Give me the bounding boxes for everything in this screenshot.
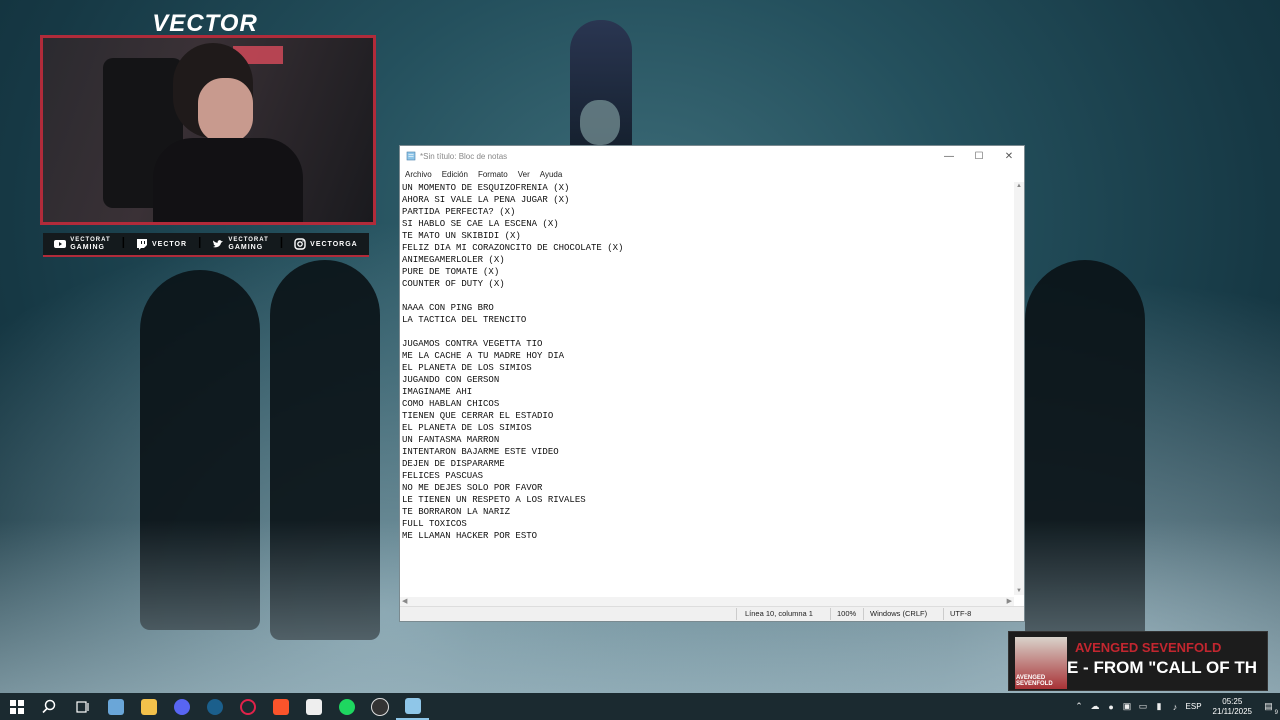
taskbar-app-spotify[interactable] (330, 693, 363, 720)
obs-icon (370, 697, 389, 716)
social-twitter-line2: GAMING (228, 244, 264, 251)
search-button[interactable] (33, 693, 66, 720)
social-instagram-label: VECTORGA (310, 240, 358, 248)
status-divider (830, 608, 831, 620)
now-playing-widget: AVENGED SEVENFOLD AVENGED SEVENFOLD E - F… (1008, 631, 1268, 691)
status-divider (943, 608, 944, 620)
opera-icon (239, 698, 256, 715)
clock-date: 21/11/2025 (1212, 706, 1252, 716)
youtube-icon (54, 240, 67, 248)
taskbar-app-file-explorer[interactable] (99, 693, 132, 720)
status-zoom: 100% (837, 609, 857, 618)
status-cursor-position: Línea 10, columna 1 (745, 609, 813, 618)
menu-formato[interactable]: Formato (478, 170, 508, 179)
social-separator: I (121, 235, 126, 252)
notepad-menu-bar: Archivo Edición Formato Ver Ayuda (400, 166, 1024, 182)
album-art: AVENGED SEVENFOLD (1015, 637, 1067, 689)
wallpaper-skull (580, 100, 620, 145)
notepad-window[interactable]: *Sin título: Bloc de notas — ☐ ✕ Archivo… (399, 145, 1025, 622)
social-youtube-line1: VECTORAT (70, 237, 111, 243)
minimize-button[interactable]: — (934, 146, 964, 166)
tray-app-icon[interactable]: ☁ (1090, 701, 1101, 712)
camera-icon[interactable]: ▣ (1122, 701, 1133, 712)
menu-ver[interactable]: Ver (518, 170, 530, 179)
webcam-person-face (198, 78, 253, 143)
notepad-title-bar[interactable]: *Sin título: Bloc de notas (400, 146, 1024, 166)
social-twitch-label: VECTOR (152, 240, 188, 248)
social-youtube: VECTORAT GAMING (54, 237, 110, 251)
game-launcher-icon (305, 698, 322, 715)
taskbar: ⌃ ☁ ● ▣ ▭ ▮ ♪ ESP 05:25 21/11/2025 ▤ 9 (0, 693, 1280, 720)
instagram-icon (294, 238, 306, 250)
taskbar-app-notepad[interactable] (396, 693, 429, 720)
scroll-up-arrow-icon[interactable]: ▲ (1016, 183, 1022, 189)
scroll-right-arrow-icon[interactable]: ▶ (1007, 597, 1012, 605)
webcam-overlay-title: VECTOR (152, 10, 258, 37)
notepad-app-icon (406, 151, 416, 161)
twitch-icon (137, 239, 147, 250)
search-icon (42, 699, 56, 714)
start-button[interactable] (0, 693, 33, 720)
steam-icon (206, 698, 223, 715)
notification-count: 9 (1274, 710, 1278, 716)
task-view-icon (75, 700, 89, 713)
menu-edicion[interactable]: Edición (442, 170, 468, 179)
social-youtube-line2: GAMING (70, 244, 105, 251)
clock[interactable]: 05:25 21/11/2025 (1213, 697, 1252, 717)
album-art-text-2: SEVENFOLD (1016, 681, 1053, 687)
social-twitter-line1: VECTORAT (228, 237, 269, 243)
taskbar-app-steam[interactable] (198, 693, 231, 720)
task-view-button[interactable] (66, 693, 99, 720)
webcam-person-body (153, 138, 303, 222)
notepad-title-text: *Sin título: Bloc de notas (420, 151, 508, 161)
status-encoding: UTF-8 (950, 609, 972, 618)
now-playing-song: E - FROM "CALL OF TH (1067, 658, 1258, 677)
windows-logo-icon (9, 699, 24, 714)
discord-icon (173, 698, 190, 715)
scroll-down-arrow-icon[interactable]: ▼ (1016, 588, 1022, 594)
menu-ayuda[interactable]: Ayuda (540, 170, 563, 179)
taskbar-app-brave[interactable] (264, 693, 297, 720)
now-playing-artist: AVENGED SEVENFOLD (1075, 640, 1222, 655)
folder-icon (140, 698, 157, 715)
social-twitch: VECTOR (136, 238, 187, 250)
webcam-feed (40, 35, 376, 225)
social-instagram: VECTORGA (294, 238, 358, 250)
social-twitter: VECTORAT GAMING (212, 237, 268, 251)
scroll-left-arrow-icon[interactable]: ◀ (402, 597, 407, 605)
status-divider (736, 608, 737, 620)
maximize-button[interactable]: ☐ (964, 146, 994, 166)
volume-icon[interactable]: ♪ (1170, 701, 1181, 712)
file-explorer-icon (107, 698, 124, 715)
vertical-scrollbar[interactable]: ▲ ▼ (1014, 182, 1024, 595)
network-icon[interactable]: ▭ (1138, 701, 1149, 712)
notepad-icon (404, 697, 421, 714)
show-hidden-icons-icon[interactable]: ⌃ (1074, 701, 1085, 712)
battery-icon[interactable]: ▮ (1154, 701, 1165, 712)
notepad-status-bar: Línea 10, columna 1 100% Windows (CRLF) … (400, 606, 1024, 621)
system-tray: ⌃ ☁ ● ▣ ▭ ▮ ♪ ESP 05:25 21/11/2025 ▤ 9 (1074, 693, 1280, 720)
status-divider (863, 608, 864, 620)
menu-archivo[interactable]: Archivo (405, 170, 432, 179)
social-separator: I (279, 235, 284, 252)
social-separator: I (197, 235, 202, 252)
taskbar-app-game-launcher[interactable] (297, 693, 330, 720)
twitter-icon (213, 240, 224, 248)
status-line-ending: Windows (CRLF) (870, 609, 928, 618)
brave-icon (272, 698, 289, 715)
notepad-text-area[interactable]: UN MOMENTO DE ESQUIZOFRENIA (X) AHORA SI… (402, 182, 1012, 595)
taskbar-app-discord[interactable] (165, 693, 198, 720)
spotify-icon (338, 698, 355, 715)
close-button[interactable]: ✕ (994, 146, 1024, 166)
taskbar-app-opera[interactable] (231, 693, 264, 720)
taskbar-app-obs[interactable] (363, 693, 396, 720)
notification-center-icon[interactable]: ▤ 9 (1263, 701, 1278, 716)
social-links-bar: VECTORAT GAMING I VECTOR I VECTORAT GAMING… (43, 233, 369, 257)
language-indicator[interactable]: ESP (1186, 702, 1202, 711)
clock-time: 05:25 (1222, 696, 1243, 706)
taskbar-app-folder[interactable] (132, 693, 165, 720)
window-controls: — ☐ ✕ (934, 146, 1024, 166)
microphone-icon[interactable]: ● (1106, 701, 1117, 712)
